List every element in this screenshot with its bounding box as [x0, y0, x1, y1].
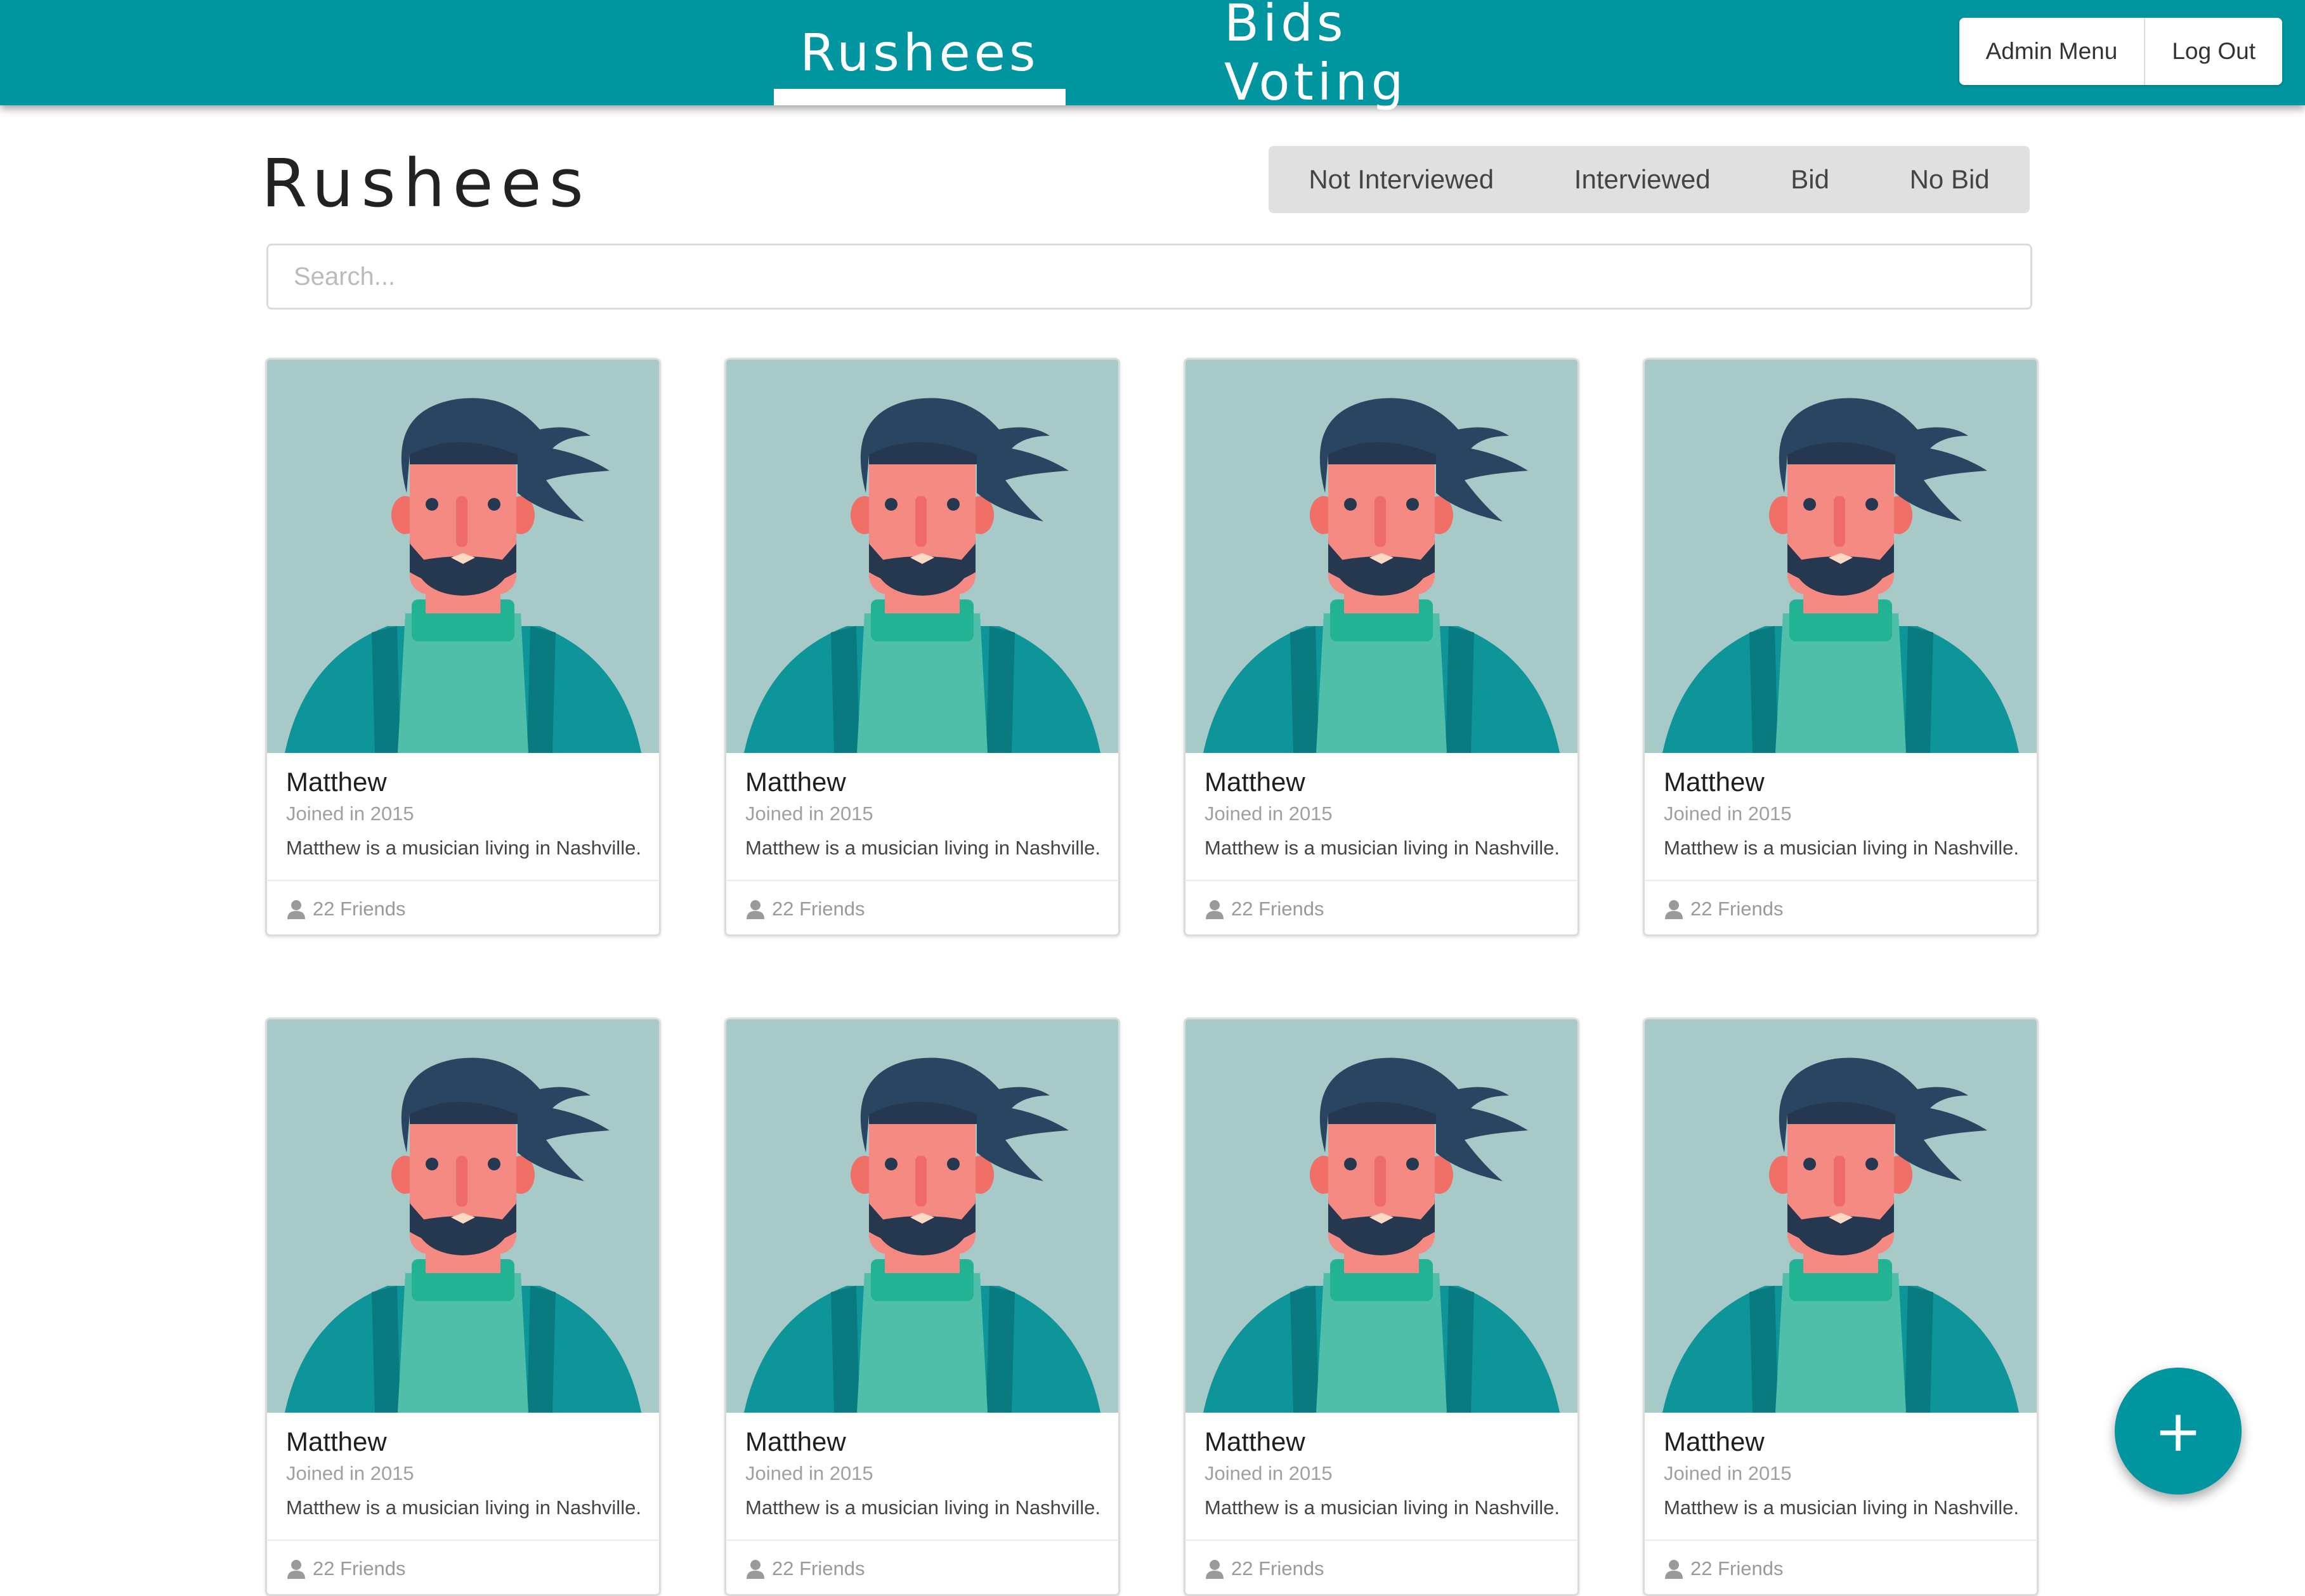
card-description: Matthew is a musician living in Nashvill…: [745, 837, 1100, 859]
card-friends-count: 22 Friends: [772, 898, 865, 920]
admin-menu-button[interactable]: Admin Menu: [1959, 18, 2145, 85]
avatar-illustration: [267, 360, 659, 753]
filter-interviewed-button[interactable]: Interviewed: [1562, 146, 1723, 213]
card-friends[interactable]: 22 Friends: [1664, 898, 1783, 920]
filter-bid-button[interactable]: Bid: [1778, 146, 1842, 213]
page-title: Rushees: [261, 145, 591, 222]
rushee-card[interactable]: Matthew Joined in 2015 Matthew is a musi…: [265, 1017, 661, 1596]
card-name: Matthew: [286, 767, 387, 797]
card-friends-count: 22 Friends: [313, 1557, 406, 1580]
logout-button[interactable]: Log Out: [2144, 18, 2282, 85]
filter-no-bid-button[interactable]: No Bid: [1897, 146, 2002, 213]
avatar: [267, 360, 659, 753]
user-icon: [1205, 1559, 1225, 1579]
card-description: Matthew is a musician living in Nashvill…: [745, 1496, 1100, 1519]
filter-not-interviewed-button[interactable]: Not Interviewed: [1296, 146, 1506, 213]
card-friends[interactable]: 22 Friends: [286, 1557, 405, 1580]
card-divider: [726, 880, 1118, 881]
avatar: [726, 360, 1118, 753]
user-icon: [745, 1559, 766, 1579]
avatar: [726, 1019, 1118, 1413]
card-divider: [1185, 1540, 1577, 1541]
avatar: [1645, 1019, 2037, 1413]
card-description: Matthew is a musician living in Nashvill…: [1664, 837, 2019, 859]
card-friends[interactable]: 22 Friends: [745, 898, 865, 920]
card-friends-count: 22 Friends: [1231, 898, 1324, 920]
card-divider: [1645, 880, 2037, 881]
card-friends[interactable]: 22 Friends: [1664, 1557, 1783, 1580]
card-joined-date: Joined in 2015: [286, 1462, 414, 1484]
search-input[interactable]: [266, 244, 2032, 310]
card-divider: [1185, 880, 1577, 881]
rushee-card[interactable]: Matthew Joined in 2015 Matthew is a musi…: [265, 358, 661, 936]
rushee-card[interactable]: Matthew Joined in 2015 Matthew is a musi…: [724, 1017, 1120, 1596]
add-rushee-button[interactable]: +: [2115, 1368, 2242, 1495]
avatar-illustration: [1645, 1019, 2037, 1413]
card-joined-date: Joined in 2015: [1664, 802, 1792, 825]
avatar: [1185, 1019, 1577, 1413]
card-description: Matthew is a musician living in Nashvill…: [1664, 1496, 2019, 1519]
card-joined-date: Joined in 2015: [745, 1462, 873, 1484]
avatar-illustration: [267, 1019, 659, 1413]
card-name: Matthew: [1664, 1427, 1765, 1456]
card-joined-date: Joined in 2015: [286, 802, 414, 825]
avatar-illustration: [726, 1019, 1118, 1413]
card-divider: [1645, 1540, 2037, 1541]
admin-button-group: Admin Menu Log Out: [1959, 18, 2282, 85]
card-name: Matthew: [286, 1427, 387, 1456]
card-divider: [267, 1540, 659, 1541]
top-navbar: Rushees Bids Voting Admin Menu Log Out: [0, 0, 2305, 112]
status-filter-group: Not Interviewed Interviewed Bid No Bid: [1269, 146, 2030, 213]
user-icon: [745, 899, 766, 919]
card-description: Matthew is a musician living in Nashvill…: [286, 837, 641, 859]
nav-tab-bids-voting[interactable]: Bids Voting: [1224, 0, 1529, 112]
avatar: [1185, 360, 1577, 753]
user-icon: [1664, 899, 1684, 919]
card-description: Matthew is a musician living in Nashvill…: [1205, 1496, 1560, 1519]
card-divider: [267, 880, 659, 881]
avatar-illustration: [1185, 360, 1577, 753]
card-friends-count: 22 Friends: [1690, 898, 1784, 920]
card-joined-date: Joined in 2015: [745, 802, 873, 825]
nav-tab-rushees[interactable]: Rushees: [774, 0, 1066, 105]
avatar-illustration: [1645, 360, 2037, 753]
user-icon: [1664, 1559, 1684, 1579]
card-friends-count: 22 Friends: [772, 1557, 865, 1580]
card-joined-date: Joined in 2015: [1664, 1462, 1792, 1484]
card-friends[interactable]: 22 Friends: [1205, 898, 1324, 920]
rushee-card[interactable]: Matthew Joined in 2015 Matthew is a musi…: [1184, 1017, 1579, 1596]
card-description: Matthew is a musician living in Nashvill…: [286, 1496, 641, 1519]
card-description: Matthew is a musician living in Nashvill…: [1205, 837, 1560, 859]
card-joined-date: Joined in 2015: [1205, 802, 1333, 825]
card-friends-count: 22 Friends: [1690, 1557, 1784, 1580]
card-name: Matthew: [1205, 767, 1305, 797]
rushee-card[interactable]: Matthew Joined in 2015 Matthew is a musi…: [1643, 1017, 2039, 1596]
user-icon: [286, 899, 306, 919]
card-divider: [726, 1540, 1118, 1541]
card-friends[interactable]: 22 Friends: [1205, 1557, 1324, 1580]
card-friends[interactable]: 22 Friends: [286, 898, 405, 920]
plus-icon: +: [2154, 1397, 2202, 1465]
avatar: [1645, 360, 2037, 753]
card-friends-count: 22 Friends: [1231, 1557, 1324, 1580]
avatar-illustration: [1185, 1019, 1577, 1413]
card-friends[interactable]: 22 Friends: [745, 1557, 865, 1580]
rushee-card[interactable]: Matthew Joined in 2015 Matthew is a musi…: [1643, 358, 2039, 936]
user-icon: [286, 1559, 306, 1579]
card-friends-count: 22 Friends: [313, 898, 406, 920]
card-name: Matthew: [745, 767, 846, 797]
card-name: Matthew: [1664, 767, 1765, 797]
card-name: Matthew: [745, 1427, 846, 1456]
card-name: Matthew: [1205, 1427, 1305, 1456]
rushee-card[interactable]: Matthew Joined in 2015 Matthew is a musi…: [1184, 358, 1579, 936]
user-icon: [1205, 899, 1225, 919]
avatar: [267, 1019, 659, 1413]
avatar-illustration: [726, 360, 1118, 753]
card-joined-date: Joined in 2015: [1205, 1462, 1333, 1484]
rushee-card[interactable]: Matthew Joined in 2015 Matthew is a musi…: [724, 358, 1120, 936]
